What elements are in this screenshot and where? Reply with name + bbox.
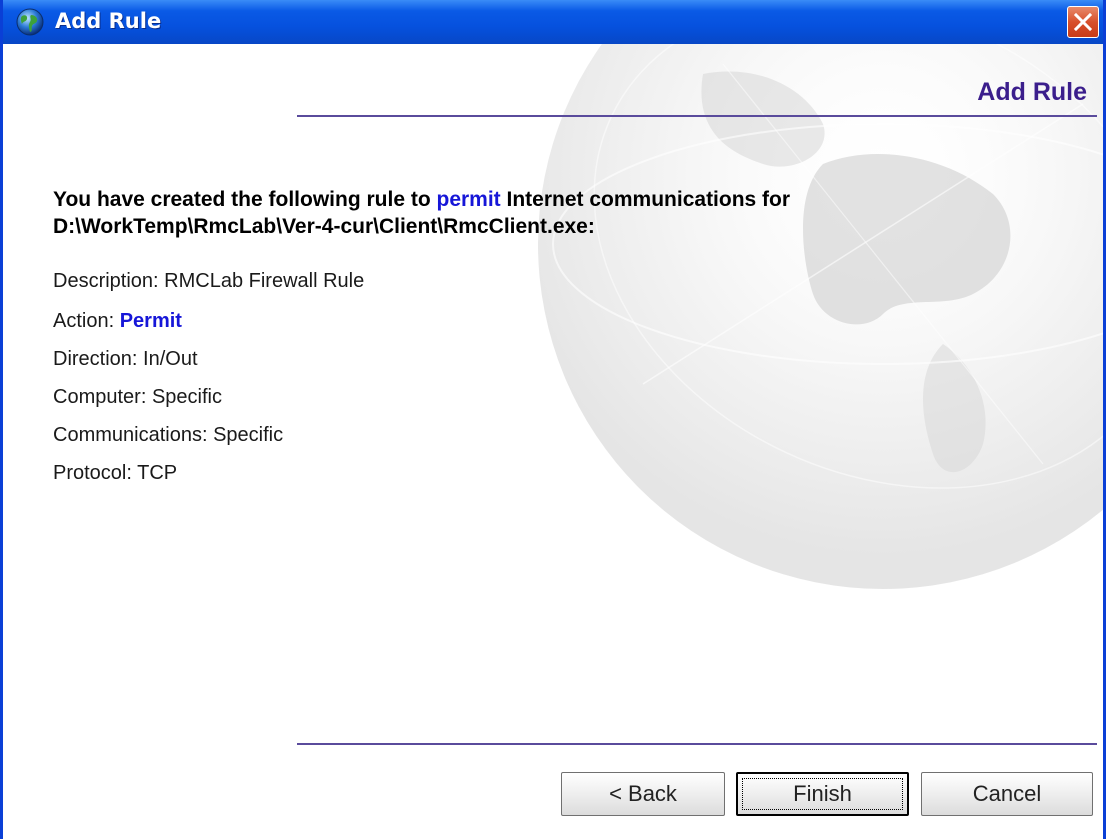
detail-label: Protocol: — [53, 462, 138, 484]
detail-protocol: Protocol: TCP — [53, 462, 177, 485]
summary-action: permit — [436, 188, 501, 211]
detail-computer: Computer: Specific — [53, 386, 222, 409]
detail-label: Communications: — [53, 424, 214, 446]
detail-action: Action: Permit — [53, 310, 182, 333]
add-rule-dialog: Add Rule Add Rule You have created the f… — [0, 0, 1106, 839]
cancel-button[interactable]: Cancel — [921, 772, 1093, 816]
summary-suffix: Internet communications for — [500, 188, 791, 211]
detail-label: Description: — [53, 270, 165, 292]
globe-watermark — [538, 44, 1103, 589]
page-title: Add Rule — [977, 78, 1087, 106]
detail-label: Computer: — [53, 386, 152, 408]
globe-icon — [16, 8, 44, 36]
detail-value: Permit — [119, 310, 182, 332]
summary-prefix: You have created the following rule to — [53, 188, 437, 211]
detail-direction: Direction: In/Out — [53, 348, 198, 371]
detail-description: Description: RMCLab Firewall Rule — [53, 270, 364, 293]
detail-value: TCP — [137, 462, 178, 484]
close-icon — [1074, 13, 1092, 31]
detail-value: In/Out — [143, 348, 198, 370]
window-title: Add Rule — [55, 9, 162, 33]
detail-value: RMCLab Firewall Rule — [164, 270, 365, 292]
title-bar[interactable]: Add Rule — [3, 0, 1103, 44]
close-button[interactable] — [1067, 6, 1099, 38]
detail-label: Action: — [53, 310, 120, 332]
footer-divider — [297, 743, 1097, 745]
detail-communications: Communications: Specific — [53, 424, 283, 447]
finish-button[interactable]: Finish — [736, 772, 909, 816]
detail-value: Specific — [213, 424, 284, 446]
back-button[interactable]: < Back — [561, 772, 725, 816]
summary-heading: You have created the following rule to p… — [53, 186, 1053, 240]
detail-value: Specific — [151, 386, 222, 408]
summary-path: D:\WorkTemp\RmcLab\Ver-4-cur\Client\RmcC… — [53, 215, 595, 238]
detail-label: Direction: — [53, 348, 144, 370]
header-divider — [297, 115, 1097, 117]
